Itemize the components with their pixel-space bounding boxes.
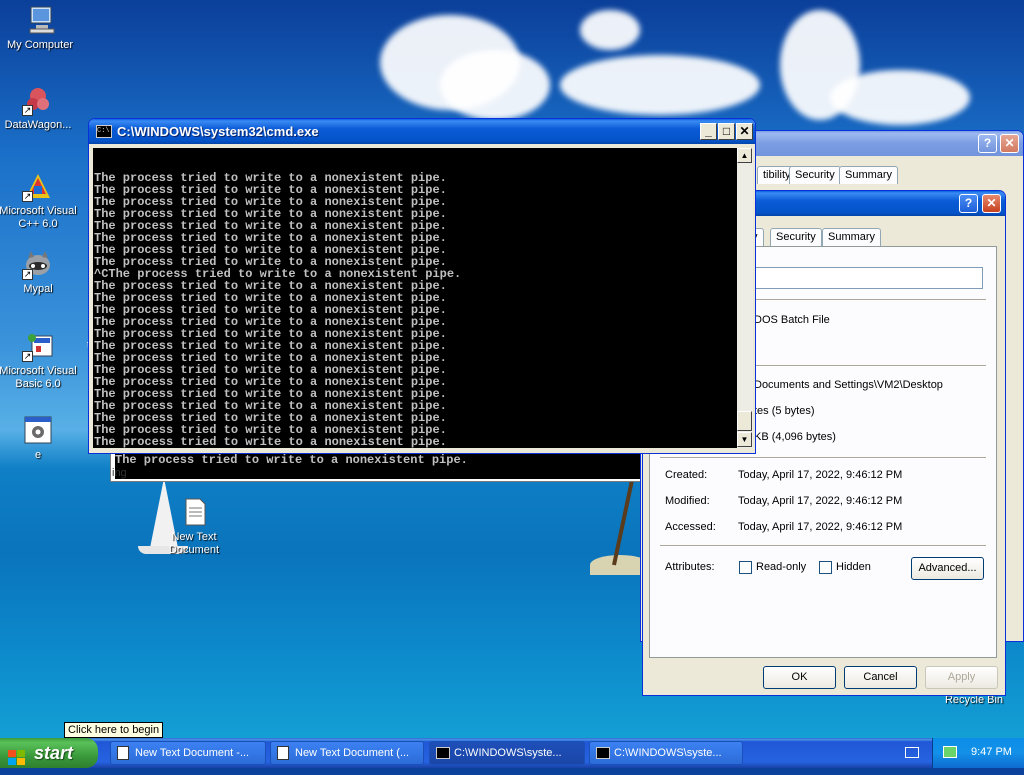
cmd-window[interactable]: C:\ C:\WINDOWS\system32\cmd.exe _ □ ✕ Th… [88,118,756,454]
icon-label: e [34,449,42,461]
created-value: Today, April 17, 2022, 9:46:12 PM [738,469,903,481]
start-tooltip: Click here to begin [64,722,164,738]
tab-security[interactable]: Security [789,166,841,184]
tab-summary[interactable]: Summary [822,228,882,246]
console-behind-text: The process tried to write to a nonexist… [115,451,641,479]
taskbar-item-cmd-1[interactable]: C:\WINDOWS\syste... [429,741,585,765]
close-button[interactable]: ✕ [1000,134,1019,153]
apply-button[interactable]: Apply [925,666,998,689]
filename-input[interactable] [754,267,983,289]
visual-basic-icon: ↗ [22,330,54,362]
tab-summary[interactable]: Summary [839,166,899,184]
help-button[interactable]: ? [959,194,978,213]
modified-label: Modified: [665,495,710,507]
type-value: DOS Batch File [754,314,830,326]
modified-value: Today, April 17, 2022, 9:46:12 PM [738,495,903,507]
close-button[interactable]: ✕ [982,194,1001,213]
raccoon-icon: ↗ [22,248,54,280]
start-button[interactable]: start [0,738,98,768]
datawagon-shortcut[interactable]: ↗ DataWagon... [0,84,78,131]
created-label: Created: [665,469,708,481]
maximize-button[interactable]: □ [718,123,735,140]
size-on-disk-value: KB (4,096 bytes) [754,431,836,443]
text-file-icon [178,496,210,528]
visual-cpp-icon: ↗ [22,170,54,202]
shortcut-arrow-icon: ↗ [22,351,33,362]
new-text-document-file[interactable]: New Text Document [154,496,234,557]
clock[interactable]: 9:47 PM [971,746,1012,758]
icon-label: Mypal [23,283,53,295]
cmd-icon [596,747,610,759]
accessed-label: Accessed: [665,521,716,533]
icon-label: Microsoft Visual Basic 6.0 [0,365,77,390]
notepad-icon [117,746,129,760]
scroll-thumb[interactable] [737,411,752,431]
icon-label: My Computer [6,39,74,51]
datawagon-icon: ↗ [22,84,54,116]
taskbar-item-label: New Text Document -... [135,747,250,759]
console-scrollbar[interactable]: ▲ ▼ [737,148,753,448]
readonly-checkbox[interactable] [739,561,752,574]
taskbar-item-notepad-1[interactable]: New Text Document -... [110,741,266,765]
shortcut-arrow-icon: ↗ [22,269,33,280]
cmd-icon: C:\ [96,125,112,138]
icon-label: Microsoft Visual C++ 6.0 [0,205,77,230]
keyboard-icon[interactable] [905,747,919,758]
taskbar-item-cmd-2[interactable]: C:\WINDOWS\syste... [589,741,743,765]
hidden-checkbox[interactable] [819,561,832,574]
console-output[interactable]: The process tried to write to a nonexist… [93,148,737,448]
taskbar-item-label: New Text Document (... [295,747,410,759]
computer-icon [24,4,56,36]
readonly-label[interactable]: Read-only [756,561,806,573]
scroll-up-button[interactable]: ▲ [737,148,752,163]
taskbar: start New Text Document -... New Text Do… [0,738,1024,768]
cancel-button[interactable]: Cancel [844,666,917,689]
location-value: Documents and Settings\VM2\Desktop [754,379,943,391]
scroll-down-button[interactable]: ▼ [737,432,752,447]
shortcut-arrow-icon: ↗ [22,105,33,116]
cmd-title: C:\WINDOWS\system32\cmd.exe [117,124,319,139]
tab-security[interactable]: Security [770,228,822,246]
taskbar-item-notepad-2[interactable]: New Text Document (... [270,741,424,765]
visual-basic-shortcut[interactable]: ↗ Microsoft Visual Basic 6.0 [0,330,78,391]
minimize-button[interactable]: _ [700,123,717,140]
shortcut-arrow-icon: ↗ [22,191,33,202]
mypal-shortcut[interactable]: ↗ Mypal [0,248,78,295]
taskbar-item-label: C:\WINDOWS\syste... [454,747,562,759]
taskbar-item-label: C:\WINDOWS\syste... [614,747,722,759]
notepad-icon [277,746,289,760]
close-button[interactable]: ✕ [736,123,753,140]
help-button[interactable]: ? [978,134,997,153]
icon-label: DataWagon... [4,119,72,131]
batch-file-e[interactable]: e [0,414,78,461]
system-tray: 9:47 PM [932,738,1024,768]
advanced-button[interactable]: Advanced... [911,557,984,580]
icon-label: New Text Document [168,531,220,556]
accessed-value: Today, April 17, 2022, 9:46:12 PM [738,521,903,533]
stray-text-ing: ing [112,467,127,479]
my-computer-icon[interactable]: My Computer [0,4,80,51]
network-icon[interactable] [943,746,957,758]
size-value: tes (5 bytes) [754,405,815,417]
cmd-titlebar[interactable]: C:\ C:\WINDOWS\system32\cmd.exe _ □ ✕ [89,119,755,144]
batch-gear-icon [22,414,54,446]
console-behind: The process tried to write to a nonexist… [110,450,642,482]
hidden-label[interactable]: Hidden [836,561,871,573]
windows-logo-icon [8,745,26,765]
visual-cpp-shortcut[interactable]: ↗ Microsoft Visual C++ 6.0 [0,170,78,231]
ok-button[interactable]: OK [763,666,836,689]
attributes-label: Attributes: [665,561,715,573]
cmd-icon [436,747,450,759]
start-label: start [34,743,74,763]
